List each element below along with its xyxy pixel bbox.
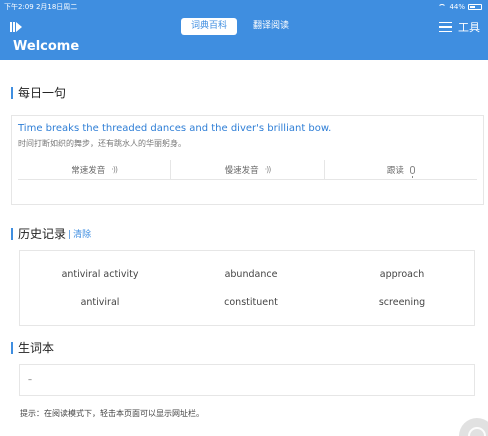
clear-history-link[interactable]: 清除 (68, 227, 91, 240)
mode-tabs: 词典百科 翻译阅读 (181, 18, 299, 35)
daily-sentence-title: 每日一句 (18, 86, 67, 100)
sentence-actions: 常速发音 ·)) 慢速发音 ·)) 跟读 (18, 160, 477, 180)
daily-sentence-heading: 每日一句 (11, 84, 66, 101)
battery-icon (468, 4, 482, 10)
vocabulary-card[interactable]: – (19, 364, 475, 396)
history-item[interactable]: abundance (225, 269, 278, 280)
slow-speed-audio-button[interactable]: 慢速发音 ·)) (171, 160, 325, 179)
history-card: antiviral activity abundance approach an… (19, 250, 475, 326)
sound-icon: ·)) (111, 165, 118, 174)
vocabulary-title: 生词本 (18, 341, 55, 355)
history-item[interactable]: antiviral (81, 297, 120, 308)
read-along-button[interactable]: 跟读 (325, 160, 477, 179)
sentence-english[interactable]: Time breaks the threaded dances and the … (18, 123, 331, 134)
welcome-title: Welcome (13, 39, 80, 54)
wifi-icon (438, 4, 447, 10)
history-title: 历史记录 (18, 227, 67, 241)
vocabulary-heading: 生词本 (11, 339, 54, 356)
menu-icon (439, 22, 452, 32)
sentence-chinese: 时间打断如织的舞步，还有跳水人的华丽躬身。 (18, 139, 186, 148)
history-item[interactable]: constituent (224, 297, 278, 308)
sound-icon: ·)) (264, 165, 272, 174)
history-item[interactable]: screening (379, 297, 425, 308)
history-item[interactable]: approach (380, 269, 424, 280)
app-header: 下午2:09 2月18日周二 44% 词典百科 翻译阅读 工具 Welcome (0, 0, 488, 60)
history-item[interactable]: antiviral activity (62, 269, 139, 280)
normal-speed-audio-button[interactable]: 常速发音 ·)) (18, 160, 172, 179)
circle-icon (468, 427, 486, 436)
history-heading: 历史记录 清除 (11, 225, 91, 242)
tab-dictionary[interactable]: 词典百科 (181, 18, 238, 35)
reading-mode-tip: 提示：在阅读模式下，轻击本页面可以显示网址栏。 (20, 409, 204, 418)
tools-button[interactable]: 工具 (439, 19, 480, 35)
vocabulary-content: – (28, 375, 32, 384)
assistive-touch-button[interactable] (459, 418, 488, 436)
status-time-date: 下午2:09 2月18日周二 (4, 3, 78, 11)
mic-icon (409, 165, 415, 178)
tools-label: 工具 (458, 21, 480, 34)
battery-percent: 44% (449, 3, 465, 11)
status-bar: 下午2:09 2月18日周二 44% (4, 2, 482, 12)
daily-sentence-card: Time breaks the threaded dances and the … (11, 115, 484, 205)
sidebar-toggle-icon[interactable] (10, 21, 24, 32)
tab-translation[interactable]: 翻译阅读 (243, 18, 299, 35)
